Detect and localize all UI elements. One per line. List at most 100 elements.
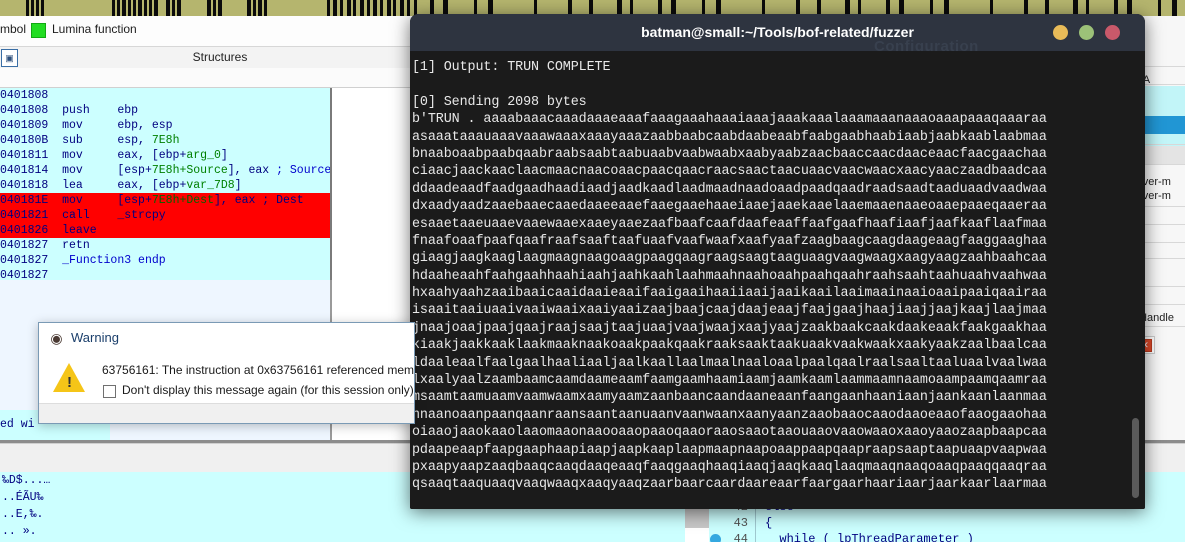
navigator-tick: [380, 0, 383, 16]
navigator-tick: [133, 0, 136, 16]
terminal-line: isaaitaaiuaaivaaiwaaixaaiyaaizaajbaajcaa…: [412, 303, 1047, 319]
disassembly-line[interactable]: 0401818 lea eax, [ebp+var_7D8]: [0, 178, 330, 193]
terminal-line: asaaataaauaaavaaawaaaxaaayaaazaabbaabcaa…: [412, 129, 1047, 145]
navigator-tick: [166, 0, 170, 16]
terminal-line: hdaaheaahfaahgaahhaahiaahjaahkaahlaahmaa…: [412, 268, 1047, 284]
navigator-tick: [340, 0, 343, 16]
warning-dialog-body: ! 63756161: The instruction at 0x6375616…: [39, 355, 414, 403]
tab-structures[interactable]: Structures: [0, 50, 440, 64]
navigator-tick: [347, 0, 351, 16]
disassembly-pane[interactable]: 0401808 0401808 push ebp 0401809 mov ebp,…: [0, 88, 332, 282]
disassembly-line[interactable]: 0401811 mov eax, [ebp+arg_0]: [0, 148, 330, 163]
warning-dialog-footer: [39, 403, 414, 423]
disassembly-mnemonic: retn: [62, 239, 118, 252]
warning-dialog[interactable]: ◉ Warning ! 63756161: The instruction at…: [38, 322, 415, 424]
close-dot[interactable]: [1105, 25, 1120, 40]
navigator-tick: [154, 0, 158, 16]
disassembly-operand: esp,: [117, 134, 152, 147]
terminal-line: b'TRUN . aaaabaaacaaadaaaeaaafaaagaaahaa…: [412, 112, 1047, 128]
navigator-tick: [247, 0, 251, 16]
disassembly-mnemonic: mov: [62, 149, 118, 162]
code-text: while ( lpThreadParameter ): [765, 532, 974, 542]
terminal-title: batman@small:~/Tools/bof-related/fuzzer: [641, 24, 914, 40]
navigator-tick: [333, 0, 337, 16]
code-line-number: 44: [733, 532, 748, 542]
terminal-output[interactable]: [1] Output: TRUN COMPLETE [0] Sending 209…: [410, 51, 1145, 509]
navigator-tick: [264, 0, 267, 16]
navigator-tick: [112, 0, 115, 16]
disassembly-address: 0401827: [0, 254, 63, 267]
disassembly-line[interactable]: 0401814 mov [esp+7E8h+Source], eax ; Sou…: [0, 163, 330, 178]
disassembly-operand: [esp+: [117, 164, 152, 177]
terminal-title-bar[interactable]: batman@small:~/Tools/bof-related/fuzzer: [410, 14, 1145, 51]
navigator-tick: [253, 0, 256, 16]
disassembly-address: 0401821: [0, 209, 63, 222]
disassembly-line[interactable]: 0401827 _Function3 endp: [0, 253, 330, 268]
minimize-dot[interactable]: [1053, 25, 1068, 40]
disassembly-line[interactable]: 040181E mov [esp+7E8h+Dest], eax ; Dest: [0, 193, 330, 208]
terminal-line: hxaahyaahzaaibaaicaaidaaieaaifaaigaaihaa…: [412, 286, 1047, 302]
disassembly-operand: ], eax: [227, 164, 277, 177]
code-line[interactable]: 44 while ( lpThreadParameter ): [600, 532, 1185, 542]
navigator-tick: [138, 0, 142, 16]
disassembly-operand: ]: [220, 149, 228, 162]
navigator-tick: [172, 0, 175, 16]
disassembly-address: 0401811: [0, 149, 63, 162]
disassembly-mnemonic: lea: [62, 179, 118, 192]
disassembly-operand: ebp, esp: [117, 119, 173, 132]
disassembly-line[interactable]: 0401809 mov ebp, esp: [0, 118, 330, 133]
navigator-tick: [373, 0, 377, 16]
disassembly-operand: 7E8h: [151, 134, 180, 147]
lumina-function-label: Lumina function: [52, 22, 137, 36]
suppress-message-checkbox[interactable]: [103, 385, 116, 398]
breakpoint-icon[interactable]: [710, 534, 721, 542]
navigator-tick: [41, 0, 44, 16]
terminal-line: [1] Output: TRUN COMPLETE: [412, 60, 611, 75]
disassembly-line[interactable]: 0401821 call _strcpy: [0, 208, 330, 223]
code-line-number: 43: [733, 516, 748, 530]
maximize-dot[interactable]: [1079, 25, 1094, 40]
terminal-line: pdaapeaapfaapgaaphaapiaapjaapkaaplaapmaa…: [412, 442, 1047, 458]
terminal-window[interactable]: batman@small:~/Tools/bof-related/fuzzer …: [410, 14, 1145, 509]
disassembly-address: 0401814: [0, 164, 63, 177]
navigator-tick: [258, 0, 262, 16]
disassembly-operand: [esp+: [117, 194, 152, 207]
code-text: {: [765, 516, 773, 530]
terminal-line: lxaalyaalzaambaamcaamdaameaamfaamgaamhaa…: [412, 373, 1047, 389]
disassembly-line[interactable]: 0401808: [0, 88, 330, 103]
app-icon: ◉: [50, 330, 63, 346]
navigator-tick: [128, 0, 131, 16]
terminal-line: [0] Sending 2098 bytes: [412, 94, 587, 110]
navigator-tick: [122, 0, 126, 16]
disassembly-operand: ; Dest: [262, 194, 304, 207]
navigator-tick: [31, 0, 34, 16]
legend-partial-label: mbol: [0, 22, 27, 36]
suppress-message-label: Don't display this message again (for th…: [122, 383, 414, 397]
disassembly-address: 0401808: [0, 104, 63, 117]
disassembly-mnemonic: call: [62, 209, 118, 222]
warning-message: 63756161: The instruction at 0x63756161 …: [102, 363, 414, 377]
terminal-line: esaaetaaeuaaevaaewaaexaaeyaaezaafbaafcaa…: [412, 216, 1047, 232]
disassembly-line[interactable]: 040180B sub esp, 7E8h: [0, 133, 330, 148]
warning-dialog-title: Warning: [71, 330, 119, 345]
terminal-line: fnaafoaafpaafqaafraafsaaftaafuaafvaafwaa…: [412, 233, 1047, 249]
navigator-tick: [144, 0, 147, 16]
terminal-scrollbar[interactable]: [1132, 418, 1139, 498]
disassembly-mnemonic: mov: [62, 164, 118, 177]
disassembly-line[interactable]: 0401827 retn: [0, 238, 330, 253]
disassembly-line[interactable]: 0401808 push ebp: [0, 103, 330, 118]
code-line[interactable]: 43 {: [600, 516, 1185, 532]
code-gutter-divider: [755, 516, 756, 532]
terminal-line: pxaapyaapzaaqbaaqcaaqdaaqeaaqfaaqgaaqhaa…: [412, 459, 1047, 475]
disassembly-address: 0401809: [0, 119, 63, 132]
disassembly-mnemonic: mov: [62, 119, 118, 132]
disassembly-address: 0401826: [0, 224, 63, 237]
navigator-tick: [360, 0, 364, 16]
disassembly-operand: arg_0: [186, 149, 221, 162]
disassembly-line[interactable]: 0401826 leave: [0, 223, 330, 238]
navigator-tick: [117, 0, 120, 16]
navigator-tick: [177, 0, 181, 16]
disassembly-operand: eax, [ebp+: [117, 179, 187, 192]
navigator-tick: [26, 0, 29, 16]
